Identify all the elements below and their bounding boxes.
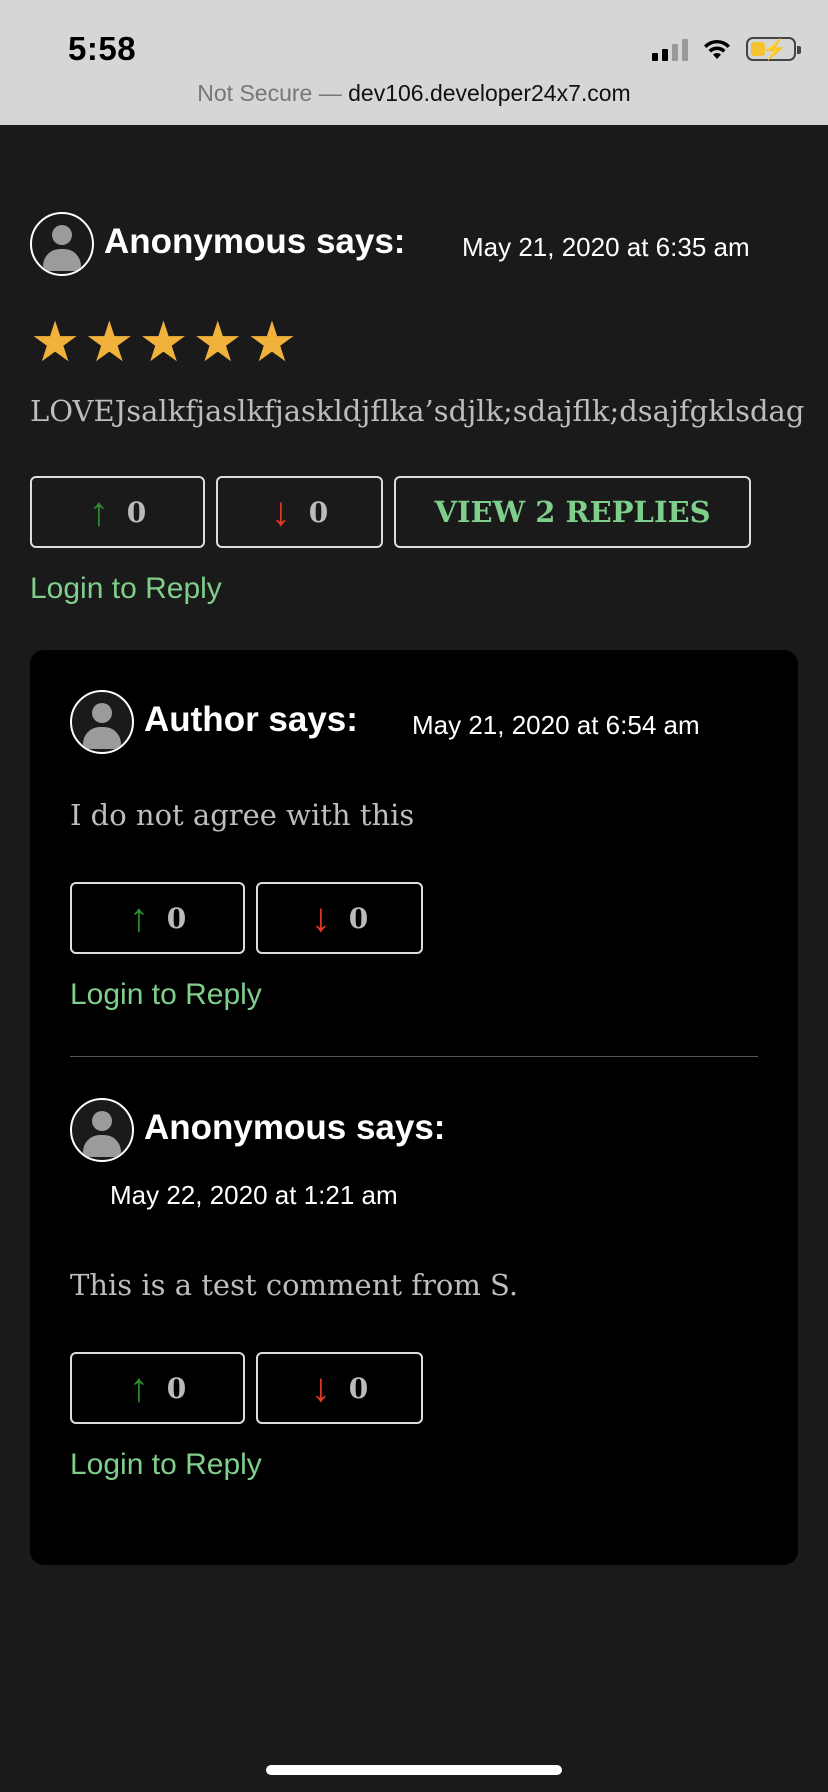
user-avatar-icon (70, 690, 134, 754)
user-avatar-icon (30, 212, 94, 276)
upvote-button[interactable]: ↑ 0 (70, 1352, 245, 1424)
star-icon: ★ (30, 310, 81, 373)
star-icon: ★ (246, 310, 298, 373)
upvote-button[interactable]: ↑ 0 (70, 882, 245, 954)
url-host: dev106.developer24x7.com (348, 80, 631, 106)
status-bar: 5:58 ⚡ Not Secure — dev106.developer24x7… (0, 0, 828, 125)
upvote-count: 0 (166, 901, 187, 935)
upvote-count: 0 (126, 495, 147, 529)
arrow-down-icon: ↓ (310, 1366, 331, 1410)
downvote-count: 0 (308, 495, 329, 529)
downvote-count: 0 (348, 901, 369, 935)
home-indicator[interactable] (266, 1765, 562, 1775)
star-rating: ★ ★ ★ ★ ★ (30, 314, 297, 370)
downvote-count: 0 (348, 1371, 369, 1405)
login-to-reply-link[interactable]: Login to Reply (70, 1448, 262, 1482)
arrow-down-icon: ↓ (270, 490, 291, 534)
star-icon: ★ (192, 310, 243, 373)
arrow-up-icon: ↑ (128, 1366, 149, 1410)
arrow-down-icon: ↓ (310, 896, 331, 940)
downvote-button[interactable]: ↓ 0 (256, 882, 423, 954)
star-icon: ★ (84, 310, 135, 373)
upvote-count: 0 (166, 1371, 187, 1405)
reply-date: May 21, 2020 at 6:54 am (412, 710, 700, 740)
star-icon: ★ (138, 310, 189, 373)
clock: 5:58 (68, 30, 137, 67)
replies-panel: Author says: May 21, 2020 at 6:54 am I d… (30, 650, 798, 1565)
not-secure-label: Not Secure — (197, 80, 349, 106)
comment-text: LOVEJsalkfjaslkfjaskldjflka’sdjlk;sdajfl… (30, 394, 805, 428)
divider (70, 1056, 758, 1057)
comment-author: Anonymous says: (104, 222, 406, 261)
reply-author: Author says: (144, 700, 358, 739)
system-icons: ⚡ (652, 34, 801, 64)
comment-date: May 21, 2020 at 6:35 am (462, 232, 750, 262)
cellular-signal-icon (652, 37, 688, 61)
reply-text: This is a test comment from S. (70, 1268, 519, 1302)
wifi-icon (704, 39, 730, 59)
arrow-up-icon: ↑ (88, 490, 109, 534)
login-to-reply-link[interactable]: Login to Reply (70, 978, 262, 1012)
login-to-reply-link[interactable]: Login to Reply (30, 572, 222, 606)
upvote-button[interactable]: ↑ 0 (30, 476, 205, 548)
reply-text: I do not agree with this (70, 798, 415, 832)
downvote-button[interactable]: ↓ 0 (216, 476, 383, 548)
battery-charging-icon: ⚡ (746, 37, 801, 61)
view-replies-button[interactable]: VIEW 2 REPLIES (394, 476, 751, 548)
reply-author: Anonymous says: (144, 1108, 446, 1147)
url-bar[interactable]: Not Secure — dev106.developer24x7.com (0, 80, 828, 107)
downvote-button[interactable]: ↓ 0 (256, 1352, 423, 1424)
arrow-up-icon: ↑ (128, 896, 149, 940)
user-avatar-icon (70, 1098, 134, 1162)
reply-date: May 22, 2020 at 1:21 am (110, 1180, 398, 1210)
